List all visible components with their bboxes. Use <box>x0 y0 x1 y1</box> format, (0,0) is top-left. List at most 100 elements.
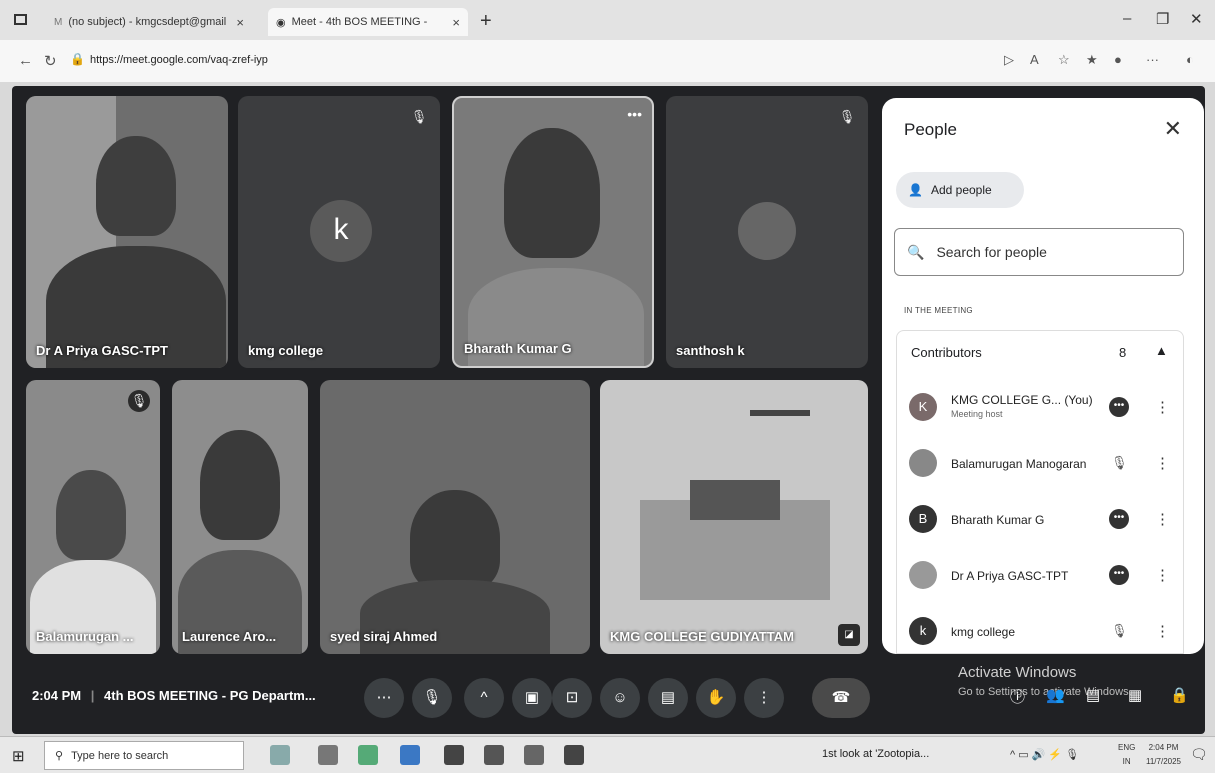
end-call-button[interactable]: ☎ <box>812 678 870 718</box>
video-tile[interactable]: 🎙 Balamurugan ... <box>26 380 160 654</box>
video-tile[interactable]: Dr A Priya GASC-TPT <box>26 96 228 368</box>
lock-icon[interactable]: 🔒 <box>70 52 85 66</box>
mail-icon[interactable] <box>444 745 464 765</box>
activation-watermark-title: Activate Windows <box>958 664 1077 681</box>
back-icon[interactable]: ← <box>18 52 33 69</box>
tile-name: Dr A Priya GASC-TPT <box>36 343 168 358</box>
edge-icon[interactable] <box>400 745 420 765</box>
mic-button[interactable]: 🎙 <box>412 678 452 718</box>
participant-row[interactable]: Balamurugan Manogaran 🎙 ⋮ <box>897 435 1185 491</box>
region-code: IN <box>1122 757 1131 766</box>
search-icon: ⚲ <box>55 750 64 762</box>
chevron-up-icon[interactable]: ^ <box>464 678 504 718</box>
taskbar-search-placeholder: Type here to search <box>71 749 169 762</box>
participant-head <box>410 490 500 590</box>
tile-name: kmg college <box>248 343 324 358</box>
favorite-icon[interactable]: ☆ <box>1058 52 1070 68</box>
participant-row[interactable]: B Bharath Kumar G ••• ⋮ <box>897 491 1185 547</box>
separator: | <box>90 688 95 703</box>
chat-icon[interactable]: ▤ <box>1086 686 1100 704</box>
system-tray-icons[interactable]: ^ ▭ 🔊 ⚡ 🎙 <box>1010 748 1079 761</box>
more-menu-icon[interactable]: ··· <box>1146 52 1159 67</box>
maximize-button[interactable]: ❐ <box>1156 10 1169 28</box>
activities-icon[interactable]: ▦ <box>1128 686 1142 704</box>
news-widget[interactable]: 1st look at 'Zootopia... <box>822 748 929 760</box>
clock-time: 2:04 PM <box>1148 743 1179 752</box>
emoji-button[interactable]: ☺ <box>600 678 640 718</box>
task-view-icon[interactable] <box>318 745 338 765</box>
kebab-menu-icon[interactable]: ⋮ <box>1155 566 1170 584</box>
participant-row[interactable]: k kmg college 🎙 ⋮ <box>897 603 1185 659</box>
participant-row[interactable]: K KMG COLLEGE G... (You) Meeting host ••… <box>897 379 1185 435</box>
video-tile[interactable]: KMG COLLEGE GUDIYATTAM ◪ <box>600 380 868 654</box>
store-icon[interactable] <box>484 745 504 765</box>
kebab-menu-icon[interactable]: ⋮ <box>1155 454 1170 472</box>
taskbar-search[interactable]: ⚲ Type here to search <box>44 741 244 770</box>
more-icon[interactable]: ••• <box>1109 509 1129 529</box>
video-tile[interactable]: 🎙 santhosh k <box>666 96 868 368</box>
avatar <box>909 449 937 477</box>
meet-tab-icon: ◉ <box>276 16 286 29</box>
favorites-bar-icon[interactable]: ★ <box>1086 52 1098 68</box>
close-icon[interactable]: × <box>236 15 244 30</box>
mic-off-icon: 🎙 <box>128 390 150 412</box>
avatar: k <box>310 200 372 262</box>
more-options-icon[interactable]: ••• <box>627 106 642 122</box>
group-label[interactable]: Contributors <box>911 345 982 360</box>
captions-button[interactable]: ▤ <box>648 678 688 718</box>
video-tile[interactable]: syed siraj Ahmed <box>320 380 590 654</box>
participant-head <box>504 128 600 258</box>
tab-meet[interactable]: ◉ Meet - 4th BOS MEETING - × <box>268 8 468 36</box>
info-icon[interactable]: ⓘ <box>1010 686 1025 707</box>
add-people-button[interactable]: 👤 Add people <box>896 172 1024 208</box>
close-panel-icon[interactable]: ✕ <box>1164 116 1182 142</box>
tab-gmail[interactable]: M (no subject) - kmgcsdept@gmail × <box>46 8 252 36</box>
kebab-menu-icon[interactable]: ⋮ <box>1155 398 1170 416</box>
address-url[interactable]: https://meet.google.com/vaq-zref-iyp <box>90 54 268 66</box>
window-close-button[interactable]: ✕ <box>1190 10 1203 28</box>
profile-icon[interactable]: ● <box>1114 52 1122 67</box>
more-audio-options-button[interactable]: ⋯ <box>364 678 404 718</box>
pin-icon[interactable]: ◪ <box>838 624 860 646</box>
raise-hand-button[interactable]: ✋ <box>696 678 736 718</box>
chevron-up-icon[interactable]: ▲ <box>1155 343 1168 358</box>
notification-icon[interactable]: 🗨 <box>1190 746 1208 763</box>
read-aloud-icon[interactable]: A <box>1030 52 1039 67</box>
edge-sidebar-icon[interactable]: ◐ <box>1186 52 1194 67</box>
search-input[interactable] <box>936 244 1157 260</box>
mic-off-icon: 🎙 <box>1111 455 1128 470</box>
refresh-icon[interactable]: ↻ <box>44 52 57 70</box>
taskbar-clock[interactable]: 2:04 PM 11/7/2025 <box>1146 741 1181 769</box>
notepad-icon[interactable] <box>564 745 584 765</box>
kebab-menu-icon[interactable]: ⋮ <box>1155 622 1170 640</box>
lang-code: ENG <box>1118 743 1136 752</box>
language-indicator[interactable]: ENG IN <box>1118 741 1135 769</box>
mic-off-icon: 🎙 <box>410 109 428 124</box>
windows-start-icon[interactable]: ⊞ <box>12 747 25 765</box>
clock-date: 11/7/2025 <box>1146 757 1181 766</box>
host-controls-icon[interactable]: 🔒 <box>1170 686 1189 704</box>
camera-button[interactable]: ▣ <box>512 678 552 718</box>
tile-name: Balamurugan ... <box>36 629 134 644</box>
more-icon[interactable]: ••• <box>1109 565 1129 585</box>
kebab-menu-icon[interactable]: ⋮ <box>1155 510 1170 528</box>
minimize-button[interactable]: – <box>1123 10 1131 27</box>
photos-icon[interactable] <box>524 745 544 765</box>
office-icon[interactable] <box>358 745 378 765</box>
participant-row[interactable]: Dr A Priya GASC-TPT ••• ⋮ <box>897 547 1185 603</box>
more-options-button[interactable]: ⋮ <box>744 678 784 718</box>
close-icon[interactable]: × <box>452 15 460 30</box>
tile-name: santhosh k <box>676 343 745 358</box>
tab-meet-label: Meet - 4th BOS MEETING - <box>291 16 428 28</box>
cast-icon[interactable]: ▷ <box>1004 52 1014 68</box>
present-button[interactable]: ⊡ <box>552 678 592 718</box>
video-tile[interactable]: 🎙 k kmg college <box>238 96 440 368</box>
people-icon[interactable]: 👥 <box>1046 686 1065 704</box>
video-tile[interactable]: Laurence Aro... <box>172 380 308 654</box>
weather-icon[interactable] <box>270 745 290 765</box>
tab-actions-icon[interactable] <box>14 14 27 25</box>
more-icon[interactable]: ••• <box>1109 397 1129 417</box>
new-tab-button[interactable]: + <box>480 10 492 33</box>
video-tile-active[interactable]: ••• Bharath Kumar G <box>452 96 654 368</box>
participant-name: kmg college <box>951 625 1016 639</box>
